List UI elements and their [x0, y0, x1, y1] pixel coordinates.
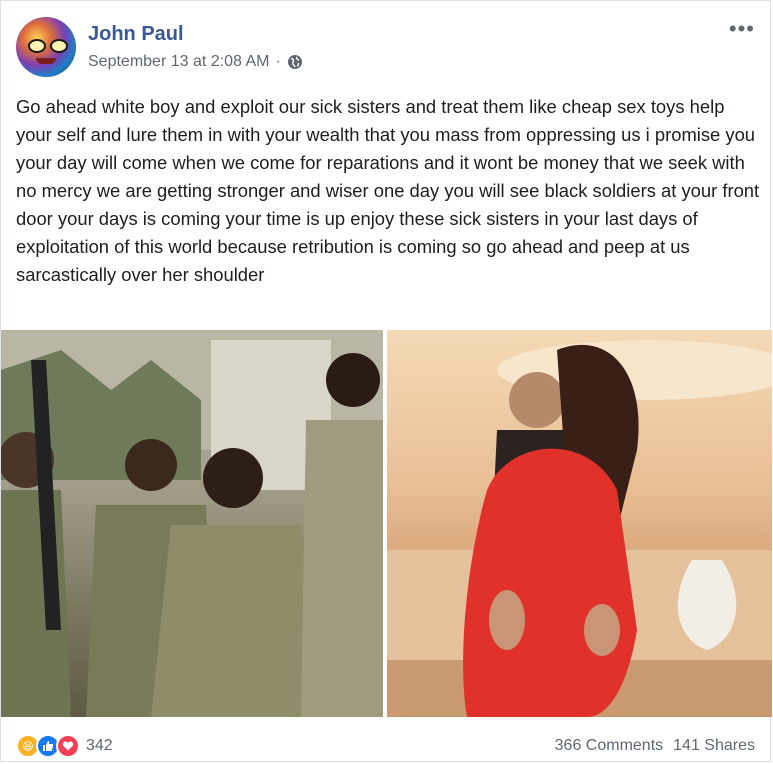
photo-soldiers[interactable]: [1, 330, 383, 717]
post-photos: [1, 330, 772, 717]
globe-icon[interactable]: [287, 54, 303, 70]
avatar[interactable]: [16, 17, 76, 77]
reactions-summary[interactable]: 😆 342: [16, 734, 113, 758]
reaction-count: 342: [86, 737, 113, 754]
photo-couple[interactable]: [387, 330, 772, 717]
post-header: John Paul September 13 at 2:08 AM · •••: [16, 17, 755, 81]
couple-image: [387, 340, 772, 717]
author-name[interactable]: John Paul: [88, 23, 184, 46]
meta-separator: ·: [275, 53, 281, 70]
avatar-eye-right: [50, 39, 68, 53]
comments-link[interactable]: 366 Comments: [555, 737, 664, 755]
more-options-icon[interactable]: •••: [729, 18, 755, 40]
soldiers-image: [1, 330, 383, 717]
post-footer: 😆 342 366 Comments 141 Shares: [16, 733, 755, 759]
post-meta: September 13 at 2:08 AM ·: [88, 53, 303, 71]
love-icon: [56, 734, 80, 758]
shares-link[interactable]: 141 Shares: [673, 737, 755, 755]
post-text: Go ahead white boy and exploit our sick …: [16, 96, 760, 285]
facebook-post: John Paul September 13 at 2:08 AM · ••• …: [0, 0, 772, 762]
post-stats: 366 Comments 141 Shares: [555, 737, 755, 755]
avatar-eye-left: [28, 39, 46, 53]
avatar-mouth: [36, 58, 56, 64]
post-timestamp[interactable]: September 13 at 2:08 AM: [88, 53, 269, 71]
